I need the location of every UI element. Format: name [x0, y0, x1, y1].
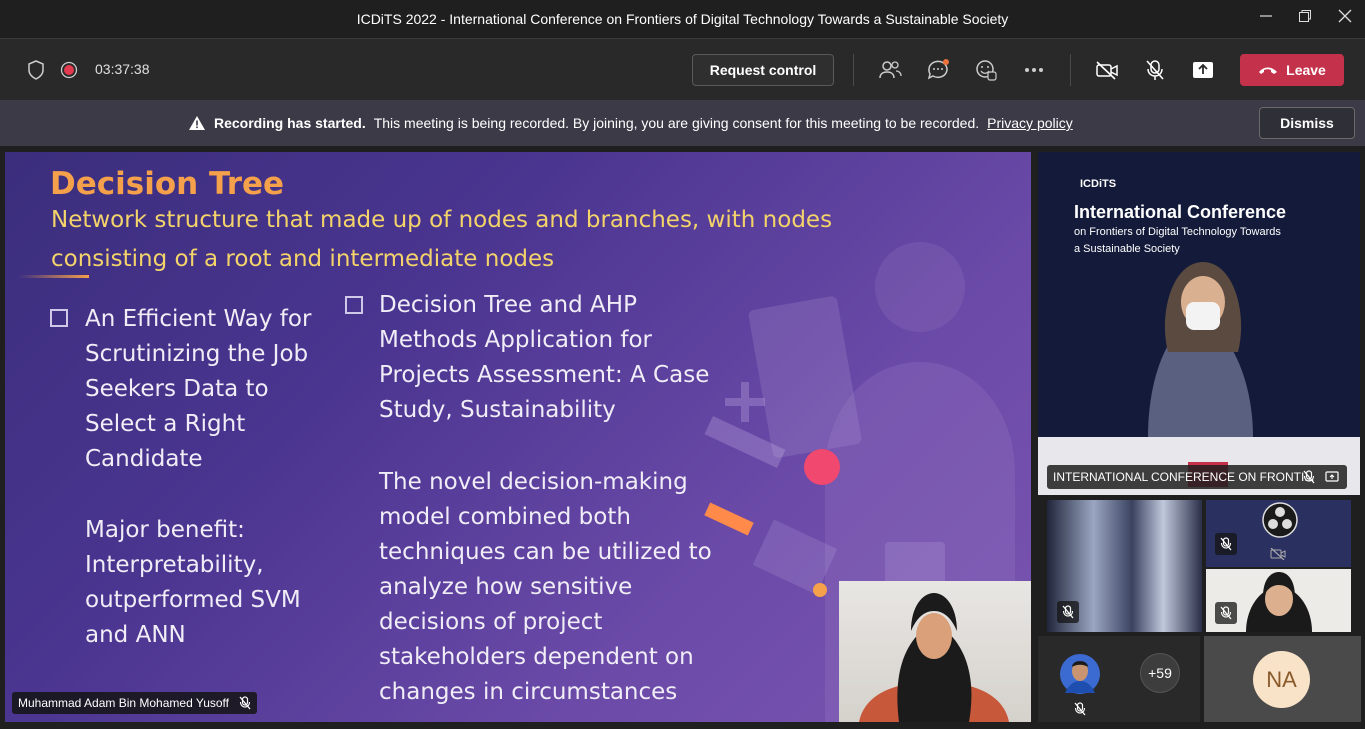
banner-message: Recording has started. This meeting is b…: [188, 115, 1073, 131]
phone-icon: [1259, 67, 1278, 74]
left-bullet: An Efficient Way for Scrutinizing the Jo…: [85, 302, 311, 477]
left-note: Major benefit: Interpretability, outperf…: [85, 513, 301, 653]
mic-off-icon: [1215, 602, 1237, 624]
conference-video-tile[interactable]: ICDiTS International Conference on Front…: [1038, 152, 1360, 495]
bullet-line: Study, Sustainability: [379, 397, 616, 423]
slide-subtitle-line: consisting of a root and intermediate no…: [51, 246, 555, 272]
share-icon[interactable]: [1189, 56, 1217, 84]
note-line: The novel decision-making: [379, 469, 688, 495]
bullet-line: An Efficient Way for: [85, 306, 312, 332]
bullet-line: Select a Right: [85, 411, 246, 437]
participant-tile[interactable]: [1047, 500, 1202, 632]
shield-icon[interactable]: [22, 56, 50, 84]
note-line: decisions of project: [379, 609, 603, 635]
mic-off-icon: [1303, 470, 1315, 484]
mic-off-icon: [1074, 702, 1086, 716]
avatar: NA: [1253, 651, 1310, 708]
right-bullet: Decision Tree and AHP Methods Applicatio…: [379, 288, 709, 428]
note-line: model combined both: [379, 504, 631, 530]
bullet-line: Seekers Data to: [85, 376, 269, 402]
camera-off-icon[interactable]: [1093, 56, 1121, 84]
presenter-name: Muhammad Adam Bin Mohamed Yusoff: [18, 696, 230, 710]
title-bar: ICDiTS 2022 - International Conference o…: [0, 0, 1365, 38]
slide-subtitle-line: Network structure that made up of nodes …: [51, 207, 833, 233]
leave-button[interactable]: Leave: [1240, 54, 1344, 86]
camera-off-icon: [1270, 548, 1286, 560]
accent-line: [19, 275, 89, 278]
presenter-silhouette: [859, 593, 1009, 722]
meeting-timer: 03:37:38: [95, 61, 150, 77]
participant-tile[interactable]: [1206, 569, 1351, 632]
minimize-icon[interactable]: [1255, 8, 1277, 30]
note-line: outperformed SVM: [85, 587, 301, 613]
bullet-line: Candidate: [85, 446, 203, 472]
privacy-policy-link[interactable]: Privacy policy: [987, 115, 1073, 131]
note-line: changes in circumstances: [379, 679, 678, 705]
mic-off-icon: [1215, 533, 1237, 555]
meeting-toolbar: 03:37:38 Request control Leave: [0, 38, 1365, 100]
mic-off-icon: [1057, 601, 1079, 623]
more-icon[interactable]: [1020, 56, 1048, 84]
bullet-line: Projects Assessment: A Case: [379, 362, 710, 388]
conf-slide-title: International Conference: [1074, 202, 1287, 222]
checkbox-icon: [345, 296, 363, 314]
note-line: Interpretability,: [85, 552, 264, 578]
mic-off-icon[interactable]: [1141, 56, 1169, 84]
note-line: stakeholders dependent on: [379, 644, 694, 670]
recording-banner: Recording has started. This meeting is b…: [0, 100, 1365, 146]
mic-off-icon: [239, 696, 251, 710]
note-line: and ANN: [85, 622, 186, 648]
bullet-line: Methods Application for: [379, 327, 653, 353]
conf-slide-logo: ICDiTS: [1080, 178, 1117, 190]
slide-subtitle: Network structure that made up of nodes …: [51, 201, 911, 279]
slide-title: Decision Tree: [50, 166, 285, 202]
window-title: ICDiTS 2022 - International Conference o…: [356, 11, 1009, 27]
recording-icon: [55, 56, 83, 84]
people-icon[interactable]: [876, 56, 904, 84]
restore-icon[interactable]: [1294, 8, 1316, 30]
conference-name-tag: INTERNATIONAL CONFERENCE ON FRONTI...: [1047, 465, 1347, 489]
reactions-icon[interactable]: [972, 56, 1000, 84]
dismiss-button[interactable]: Dismiss: [1259, 107, 1355, 139]
toolbar-divider: [853, 54, 854, 86]
banner-bold: Recording has started.: [214, 115, 366, 131]
note-line: analyze how sensitive: [379, 574, 633, 600]
banner-text: This meeting is being recorded. By joini…: [373, 115, 980, 131]
more-participants-button[interactable]: +59: [1140, 653, 1180, 693]
conference-name: INTERNATIONAL CONFERENCE ON FRONTI...: [1053, 470, 1315, 484]
chat-icon[interactable]: [924, 56, 952, 84]
warning-icon: [189, 116, 205, 130]
bullet-line: Decision Tree and AHP: [379, 292, 637, 318]
avatar: [1060, 654, 1100, 694]
participant-tile[interactable]: [1206, 500, 1351, 567]
checkbox-icon: [50, 309, 68, 327]
bullet-line: Scrutinizing the Job: [85, 341, 309, 367]
presenter-name-tag: Muhammad Adam Bin Mohamed Yusoff: [12, 692, 258, 714]
right-note: The novel decision-making model combined…: [379, 465, 712, 710]
toolbar-divider: [1070, 54, 1071, 86]
note-line: Major benefit:: [85, 517, 245, 543]
leave-label: Leave: [1286, 62, 1326, 78]
conf-slide-subtitle: a Sustainable Society: [1074, 243, 1180, 255]
screen-share-icon: [1325, 471, 1339, 482]
note-line: techniques can be utilized to: [379, 539, 712, 565]
request-control-button[interactable]: Request control: [692, 54, 834, 86]
close-icon[interactable]: [1334, 8, 1356, 30]
conf-slide-subtitle: on Frontiers of Digital Technology Towar…: [1074, 226, 1281, 238]
obs-logo-icon: [1262, 502, 1298, 538]
presenter-video: [839, 581, 1031, 722]
